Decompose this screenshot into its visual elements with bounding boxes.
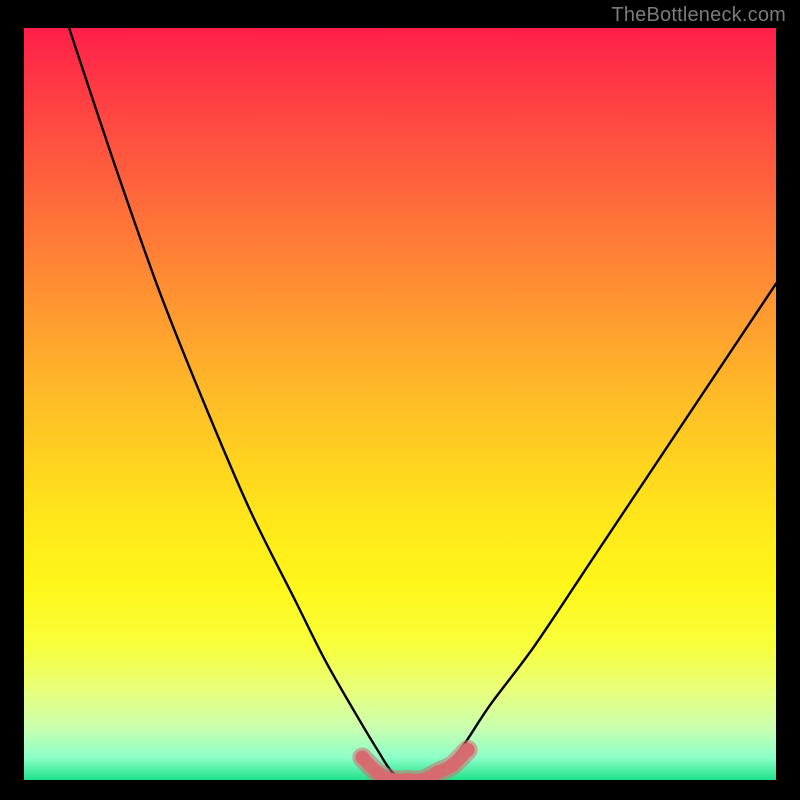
valley-dot [446, 758, 460, 772]
valley-dot [355, 750, 369, 764]
valley-dot [370, 765, 384, 779]
plot-area [24, 28, 776, 780]
bottleneck-curve-svg [24, 28, 776, 780]
valley-dot [461, 743, 475, 757]
chart-frame: TheBottleneck.com [0, 0, 800, 800]
valley-dot [431, 765, 445, 779]
watermark-text: TheBottleneck.com [611, 4, 786, 27]
bottleneck-curve-path [69, 28, 776, 780]
